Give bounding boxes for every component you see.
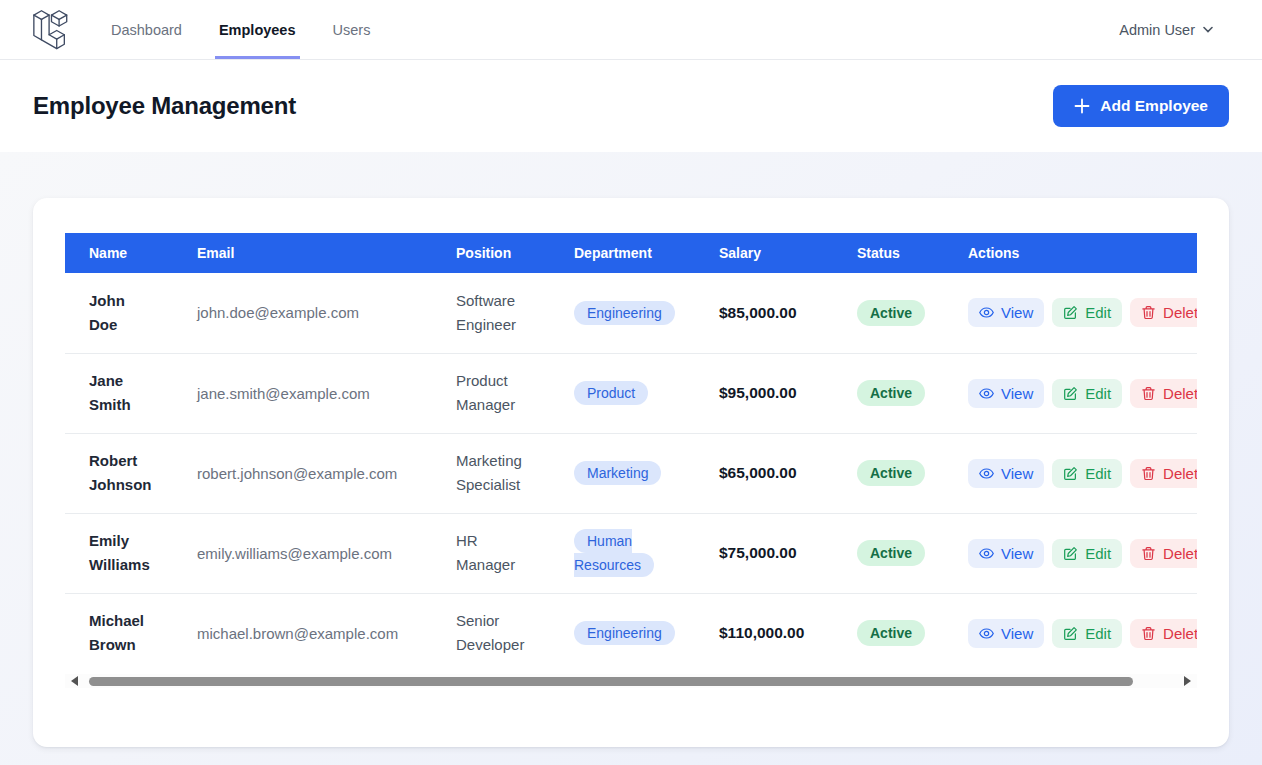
main-content: Name Email Position Department Salary St… — [0, 152, 1262, 765]
nav-item-dashboard[interactable]: Dashboard — [111, 0, 182, 59]
page-header: Employee Management Add Employee — [0, 60, 1262, 152]
edit-icon — [1063, 305, 1078, 320]
employee-salary: $85,000.00 — [719, 304, 833, 322]
employee-position: HR Manager — [456, 529, 515, 577]
trash-icon — [1141, 466, 1156, 481]
nav-item-users[interactable]: Users — [333, 0, 371, 59]
department-badge: Engineering — [574, 301, 675, 325]
status-badge: Active — [857, 460, 925, 486]
eye-icon — [979, 305, 994, 320]
row-actions: View Edit Delete — [968, 298, 1197, 327]
trash-icon — [1141, 386, 1156, 401]
table-row: Robert Johnson robert.johnson@example.co… — [65, 433, 1197, 513]
column-header-salary: Salary — [695, 233, 833, 273]
view-button[interactable]: View — [968, 539, 1044, 568]
status-badge: Active — [857, 380, 925, 406]
column-header-status: Status — [833, 233, 944, 273]
edit-icon — [1063, 626, 1078, 641]
edit-icon — [1063, 546, 1078, 561]
employee-position: Senior Developer — [456, 609, 524, 657]
employee-table: Name Email Position Department Salary St… — [65, 233, 1197, 673]
delete-button[interactable]: Delete — [1130, 298, 1197, 327]
department-badge: Engineering — [574, 621, 675, 645]
user-name: Admin User — [1119, 22, 1195, 38]
view-button[interactable]: View — [968, 459, 1044, 488]
employee-name: John Doe — [89, 289, 125, 337]
table-header-row: Name Email Position Department Salary St… — [65, 233, 1197, 273]
delete-button[interactable]: Delete — [1130, 619, 1197, 648]
trash-icon — [1141, 626, 1156, 641]
edit-icon — [1063, 466, 1078, 481]
edit-button[interactable]: Edit — [1052, 619, 1122, 648]
row-actions: View Edit Delete — [968, 379, 1197, 408]
chevron-down-icon — [1203, 26, 1213, 33]
page-title: Employee Management — [33, 92, 296, 120]
employee-email: john.doe@example.com — [197, 304, 432, 321]
eye-icon — [979, 546, 994, 561]
trash-icon — [1141, 305, 1156, 320]
employee-email: michael.brown@example.com — [197, 625, 432, 642]
delete-button[interactable]: Delete — [1130, 539, 1197, 568]
top-nav: Dashboard Employees Users Admin User — [0, 0, 1262, 60]
status-badge: Active — [857, 300, 925, 326]
edit-icon — [1063, 386, 1078, 401]
column-header-department: Department — [550, 233, 695, 273]
table-row: Jane Smith jane.smith@example.com Produc… — [65, 353, 1197, 433]
employee-position: Software Engineer — [456, 289, 516, 337]
trash-icon — [1141, 546, 1156, 561]
column-header-position: Position — [432, 233, 550, 273]
edit-button[interactable]: Edit — [1052, 379, 1122, 408]
eye-icon — [979, 466, 994, 481]
employee-salary: $65,000.00 — [719, 464, 833, 482]
nav-links: Dashboard Employees Users — [111, 0, 370, 59]
employee-name: Robert Johnson — [89, 449, 152, 497]
table-row: Michael Brown michael.brown@example.com … — [65, 593, 1197, 673]
department-badge: Human Resources — [574, 529, 654, 577]
view-button[interactable]: View — [968, 619, 1044, 648]
status-badge: Active — [857, 620, 925, 646]
employee-position: Marketing Specialist — [456, 449, 522, 497]
laravel-logo — [33, 0, 69, 59]
eye-icon — [979, 386, 994, 401]
table-scroll-container: Name Email Position Department Salary St… — [65, 233, 1197, 673]
employee-name: Jane Smith — [89, 369, 131, 417]
column-header-email: Email — [173, 233, 432, 273]
employee-table-card: Name Email Position Department Salary St… — [33, 198, 1229, 747]
scroll-left-arrow[interactable] — [71, 676, 78, 686]
delete-button[interactable]: Delete — [1130, 459, 1197, 488]
row-actions: View Edit Delete — [968, 539, 1197, 568]
column-header-name: Name — [65, 233, 173, 273]
plus-icon — [1074, 98, 1090, 114]
table-row: Emily Williams emily.williams@example.co… — [65, 513, 1197, 593]
eye-icon — [979, 626, 994, 641]
employee-email: emily.williams@example.com — [197, 545, 432, 562]
scrollbar-thumb[interactable] — [89, 677, 1133, 686]
row-actions: View Edit Delete — [968, 619, 1197, 648]
employee-salary: $95,000.00 — [719, 384, 833, 402]
row-actions: View Edit Delete — [968, 459, 1197, 488]
employee-email: robert.johnson@example.com — [197, 465, 432, 482]
nav-item-employees[interactable]: Employees — [219, 0, 296, 59]
add-employee-button[interactable]: Add Employee — [1053, 85, 1229, 127]
column-header-actions: Actions — [944, 233, 1197, 273]
employee-salary: $75,000.00 — [719, 544, 833, 562]
edit-button[interactable]: Edit — [1052, 298, 1122, 327]
delete-button[interactable]: Delete — [1130, 379, 1197, 408]
employee-email: jane.smith@example.com — [197, 385, 432, 402]
view-button[interactable]: View — [968, 379, 1044, 408]
horizontal-scrollbar — [65, 674, 1197, 688]
employee-name: Michael Brown — [89, 609, 144, 657]
edit-button[interactable]: Edit — [1052, 459, 1122, 488]
employee-name: Emily Williams — [89, 529, 150, 577]
view-button[interactable]: View — [968, 298, 1044, 327]
employee-salary: $110,000.00 — [719, 624, 833, 642]
table-row: John Doe john.doe@example.com Software E… — [65, 273, 1197, 353]
department-badge: Marketing — [574, 461, 661, 485]
employee-position: Product Manager — [456, 369, 515, 417]
edit-button[interactable]: Edit — [1052, 539, 1122, 568]
scroll-right-arrow[interactable] — [1184, 676, 1191, 686]
status-badge: Active — [857, 540, 925, 566]
department-badge: Product — [574, 381, 648, 405]
user-menu[interactable]: Admin User — [1119, 0, 1213, 59]
